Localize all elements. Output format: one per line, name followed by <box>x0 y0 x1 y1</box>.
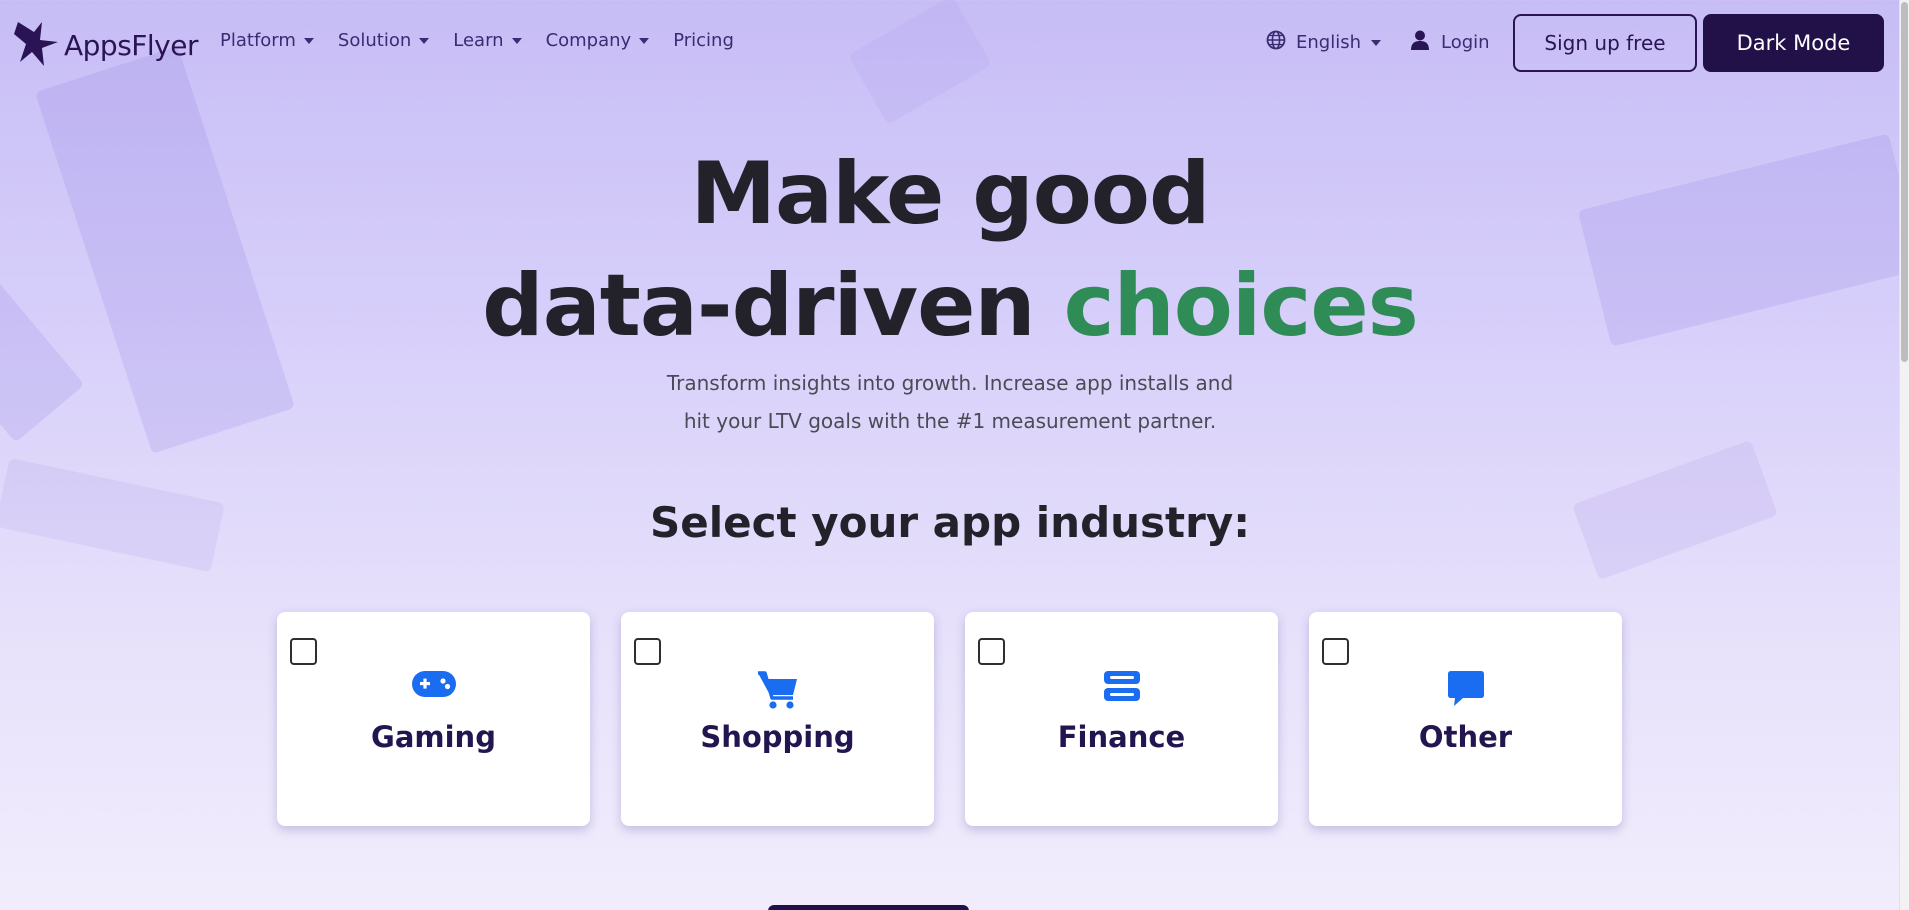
language-selector[interactable]: English <box>1266 30 1381 55</box>
nav-item-label: Platform <box>220 30 296 51</box>
appsflyer-logo-icon <box>14 18 60 72</box>
industry-label: Finance <box>1057 720 1186 754</box>
globe-icon <box>1266 30 1286 55</box>
hero-subtitle: Transform insights into growth. Increase… <box>0 364 1900 440</box>
nav-item-label: Solution <box>337 30 412 51</box>
hero-title-plain: data-driven <box>482 256 1064 356</box>
chat-icon <box>1447 670 1485 712</box>
cart-icon <box>756 670 800 714</box>
industry-card-gaming[interactable]: Gaming <box>277 612 590 826</box>
industry-label: Shopping <box>700 720 855 754</box>
chevron-down-icon <box>1371 39 1381 46</box>
page: AppsFlyer Platform Solution Learn Compan… <box>0 0 1909 910</box>
industry-checkbox[interactable] <box>1322 638 1349 665</box>
nav-item-platform[interactable]: Platform <box>220 30 314 51</box>
chevron-down-icon <box>303 37 314 44</box>
industry-label: Other <box>1418 720 1513 754</box>
chevron-down-icon <box>511 37 522 44</box>
page-scrollbar[interactable] <box>1899 0 1909 910</box>
hero-title: Make good data-driven choices <box>0 138 1900 362</box>
brand-logo[interactable]: AppsFlyer <box>14 18 198 72</box>
language-label: English <box>1296 32 1361 53</box>
industry-heading: Select your app industry: <box>650 498 1250 547</box>
industry-checkbox[interactable] <box>978 638 1005 665</box>
industry-checkbox[interactable] <box>290 638 317 665</box>
login-label: Login <box>1441 32 1490 53</box>
industry-card-finance[interactable]: Finance <box>965 612 1278 826</box>
nav-item-label: Learn <box>453 30 504 51</box>
industry-options: Gaming Shopping Finance Other <box>277 612 1622 826</box>
nav-item-label: Company <box>545 30 632 51</box>
hero-subtitle-line-1: Transform insights into growth. Increase… <box>666 371 1234 395</box>
gamepad-icon <box>411 670 457 702</box>
chevron-down-icon <box>639 37 650 44</box>
nav-item-solution[interactable]: Solution <box>337 30 430 51</box>
industry-checkbox[interactable] <box>634 638 661 665</box>
top-navbar: AppsFlyer Platform Solution Learn Compan… <box>0 0 1900 86</box>
industry-card-other[interactable]: Other <box>1309 612 1622 826</box>
next-button[interactable] <box>768 905 969 910</box>
dark-mode-button[interactable]: Dark Mode <box>1703 14 1884 72</box>
server-icon <box>1103 670 1141 706</box>
hero-title-line-1: Make good <box>690 144 1210 244</box>
industry-label: Gaming <box>371 720 496 754</box>
nav-item-learn[interactable]: Learn <box>453 30 522 51</box>
industry-card-shopping[interactable]: Shopping <box>621 612 934 826</box>
sign-up-button[interactable]: Sign up free <box>1513 14 1697 72</box>
brand-name: AppsFlyer <box>64 28 198 62</box>
hero-subtitle-line-2: hit your LTV goals with the #1 measureme… <box>683 409 1217 433</box>
hero-title-line-2: data-driven choices <box>0 250 1900 362</box>
nav-item-pricing[interactable]: Pricing <box>673 30 734 51</box>
chevron-down-icon <box>419 37 430 44</box>
nav-item-label: Pricing <box>673 30 734 51</box>
hero-title-accent: choices <box>1063 256 1419 356</box>
user-icon <box>1411 30 1429 55</box>
nav-item-company[interactable]: Company <box>546 30 650 51</box>
main-nav: Platform Solution Learn Company Pricing <box>220 30 758 51</box>
login-link[interactable]: Login <box>1411 30 1490 55</box>
scrollbar-thumb[interactable] <box>1901 2 1908 362</box>
